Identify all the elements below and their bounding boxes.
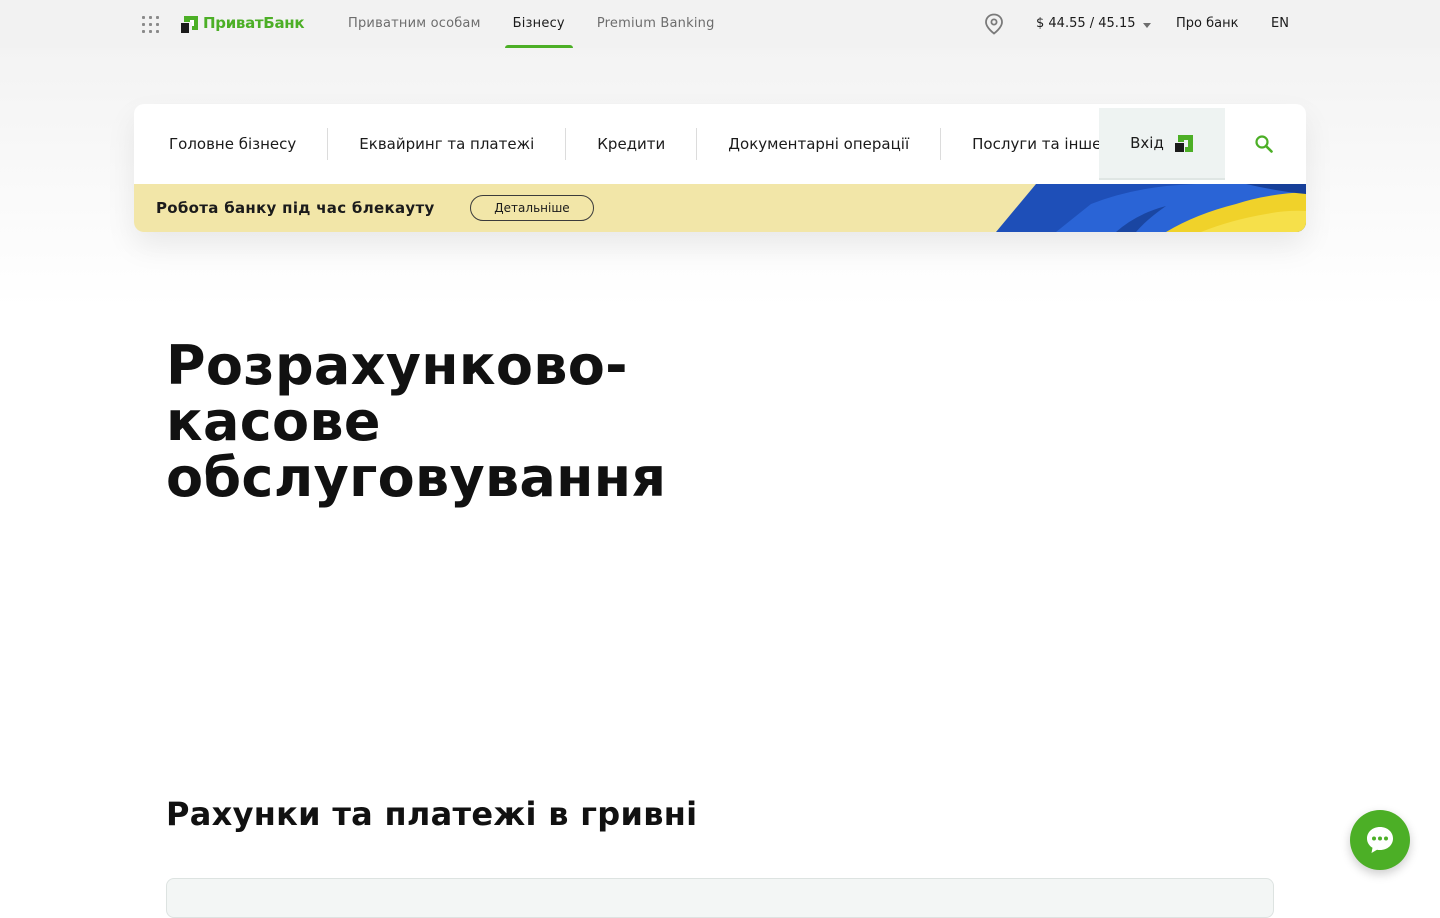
chevron-down-icon <box>1143 22 1152 28</box>
chat-bubble-icon <box>1367 827 1393 853</box>
topnav-item-business[interactable]: Бізнесу <box>504 0 574 48</box>
mainnav-item-acquiring[interactable]: Еквайринг та платежі <box>328 104 565 184</box>
ukrainian-flag-image <box>996 184 1306 232</box>
apps-grid-icon[interactable] <box>142 16 160 34</box>
topnav-item-premium[interactable]: Premium Banking <box>597 0 715 48</box>
banner-details-button[interactable]: Детальніше <box>470 195 594 221</box>
blackout-banner: Робота банку під час блекауту Детальніше <box>134 184 1306 232</box>
page-title-line: Розрахунково- <box>166 334 628 397</box>
login-label: Вхід <box>1130 134 1164 152</box>
search-icon[interactable] <box>1254 134 1274 154</box>
mainnav-item-credits[interactable]: Кредити <box>566 104 696 184</box>
privat-logo-icon <box>181 13 201 33</box>
privatbank-logo[interactable]: ПриватБанк <box>181 12 305 34</box>
section-title: Рахунки та платежі в гривні <box>166 795 698 833</box>
location-pin-icon[interactable] <box>984 13 1004 35</box>
about-bank-link[interactable]: Про банк <box>1176 0 1238 48</box>
privat-logo-icon <box>1174 133 1194 153</box>
page-title-line: касове <box>166 390 381 453</box>
top-nav: Приватним особам Бізнесу Premium Banking <box>348 0 747 48</box>
chat-button[interactable] <box>1350 810 1410 870</box>
login-button[interactable]: Вхід <box>1099 108 1225 180</box>
main-nav-card: Головне бізнесу Еквайринг та платежі Кре… <box>134 104 1306 232</box>
currency-rate-value: $ 44.55 / 45.15 <box>1036 16 1136 31</box>
mainnav-item-home[interactable]: Головне бізнесу <box>134 104 327 184</box>
topnav-item-private[interactable]: Приватним особам <box>348 0 481 48</box>
page-title: Розрахунково- касове обслуговування <box>166 338 686 506</box>
language-switch[interactable]: EN <box>1271 0 1289 48</box>
accordion-item[interactable] <box>166 878 1274 918</box>
banner-text: Робота банку під час блекауту <box>156 199 435 217</box>
currency-rate[interactable]: $ 44.55 / 45.15 <box>1036 0 1152 48</box>
top-bar: ПриватБанк Приватним особам Бізнесу Prem… <box>0 0 1440 48</box>
mainnav-item-documentary[interactable]: Документарні операції <box>697 104 940 184</box>
logo-text: ПриватБанк <box>203 14 305 32</box>
page-title-line: обслуговування <box>166 446 667 509</box>
